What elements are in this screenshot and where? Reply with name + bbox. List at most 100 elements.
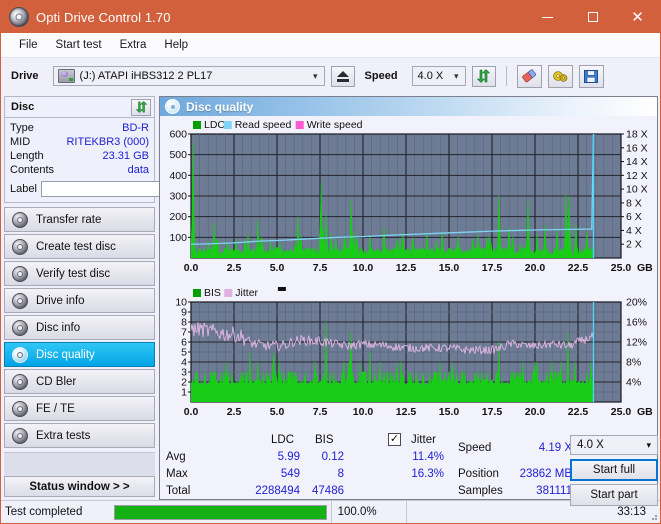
start-full-button[interactable]: Start full (570, 459, 658, 481)
resize-grip-icon[interactable] (648, 511, 658, 521)
status-text: Test completed (5, 506, 83, 518)
svg-text:5.0: 5.0 (270, 406, 285, 418)
test-speed-select[interactable]: 4.0 X ▾ (570, 435, 658, 455)
panel-header: Disc quality (160, 97, 657, 116)
speed-stat-label: Speed (458, 442, 492, 454)
sidebar-item-create-test-disc[interactable]: Create test disc (4, 234, 155, 259)
stats-bis-avg: 0.12 (321, 451, 344, 463)
sidebar-item-verify-test-disc[interactable]: Verify test disc (4, 261, 155, 286)
stats-ldc-max: 549 (280, 468, 300, 480)
sidebar: Disc Type BD-R MID RITEKBR3 (000) Length… (1, 94, 248, 500)
stats-jitter-max: 16.3% (411, 468, 444, 480)
svg-text:6 X: 6 X (626, 211, 642, 223)
svg-text:22.5: 22.5 (568, 406, 589, 418)
toolbar: Drive (J:) ATAPI iHBS312 2 PL17 ▾ Speed … (1, 58, 660, 94)
charts-area: LDC Read speed Write speed 100 200 300 400 500 6… (160, 116, 657, 432)
disc-row-mid-label: MID (10, 136, 31, 148)
svg-text:15.0: 15.0 (439, 406, 460, 418)
svg-text:BIS: BIS (204, 287, 221, 299)
disc-row-contents-label: Contents (10, 164, 55, 176)
stats-ldc-avg: 5.99 (277, 451, 300, 463)
status-window-button[interactable]: Status window > > (4, 476, 155, 497)
sidebar-item-extra-tests[interactable]: Extra tests (4, 423, 155, 448)
svg-text:100: 100 (169, 232, 187, 244)
chevron-down-icon: ▾ (313, 70, 318, 81)
disc-icon (12, 373, 28, 390)
disc-label-caption: Label (10, 183, 37, 195)
svg-text:17.5: 17.5 (482, 262, 503, 274)
window-controls: ✕ (525, 1, 660, 33)
disc-row-type-label: Type (10, 122, 34, 134)
maximize-icon (587, 12, 598, 22)
menu-bar: File Start test Extra Help (1, 33, 660, 58)
close-icon: ✕ (631, 8, 644, 26)
refresh-button[interactable] (471, 65, 496, 87)
save-button[interactable] (578, 64, 604, 88)
app-disc-icon (9, 7, 29, 27)
stats-panel: LDC BIS ✓ Jitter Avg 5.99 0.12 11.4% Max… (160, 432, 658, 506)
sidebar-item-label: Verify test disc (36, 267, 111, 280)
start-part-button[interactable]: Start part (570, 484, 658, 506)
svg-text:0.0: 0.0 (184, 262, 199, 274)
sidebar-item-drive-info[interactable]: Drive info (4, 288, 155, 313)
menu-item-start-test[interactable]: Start test (47, 37, 111, 53)
menu-item-file[interactable]: File (10, 37, 47, 53)
svg-text:0.0: 0.0 (184, 406, 199, 418)
maximize-button[interactable] (570, 1, 615, 33)
jitter-checkbox[interactable]: ✓ (388, 433, 401, 446)
drive-icon (57, 69, 75, 83)
disc-row-length-value: 23.31 GB (102, 150, 149, 162)
sidebar-item-disc-info[interactable]: Disc info (4, 315, 155, 340)
svg-text:Jitter: Jitter (235, 287, 258, 299)
erase-button[interactable] (516, 64, 542, 88)
page-title: Disc quality (186, 99, 254, 114)
svg-text:17.5: 17.5 (482, 406, 503, 418)
eject-button[interactable] (330, 65, 355, 87)
settings-button[interactable] (547, 64, 573, 88)
svg-text:8 X: 8 X (626, 197, 642, 209)
drive-select-value: (J:) ATAPI iHBS312 2 PL17 (79, 70, 213, 82)
disc-row-length-label: Length (10, 150, 44, 162)
chevron-down-icon: ▾ (646, 439, 651, 450)
sidebar-item-label: Transfer rate (36, 213, 102, 226)
disc-refresh-button[interactable] (131, 98, 151, 116)
disc-icon (12, 346, 28, 363)
progress-fill (115, 505, 326, 519)
disc-panel-title: Disc (11, 101, 35, 113)
svg-text:4%: 4% (626, 377, 641, 389)
minimize-button[interactable] (525, 1, 570, 33)
svg-text:20.0: 20.0 (525, 262, 546, 274)
position-stat-value: 23862 MB (519, 468, 572, 480)
close-button[interactable]: ✕ (615, 1, 660, 33)
svg-text:10.0: 10.0 (353, 406, 374, 418)
samples-stat-value: 381111 (536, 485, 572, 497)
menu-item-help[interactable]: Help (155, 37, 197, 53)
stats-header-ldc: LDC (271, 434, 295, 446)
speed-select[interactable]: 4.0 X ▾ (411, 66, 466, 86)
disc-row-mid: MID RITEKBR3 (000) (10, 135, 149, 149)
minimize-icon (542, 16, 553, 18)
menu-item-extra[interactable]: Extra (111, 37, 156, 53)
svg-text:10: 10 (175, 297, 187, 309)
sidebar-item-transfer-rate[interactable]: Transfer rate (4, 207, 155, 232)
drive-select[interactable]: (J:) ATAPI iHBS312 2 PL17 ▾ (52, 66, 325, 86)
svg-text:Write speed: Write speed (307, 119, 363, 131)
disc-row-contents: Contents data (10, 163, 149, 177)
sidebar-item-cd-bler[interactable]: CD Bler (4, 369, 155, 394)
refresh-icon (135, 101, 147, 113)
eject-icon (336, 70, 349, 82)
drive-label: Drive (11, 70, 39, 82)
svg-text:500: 500 (169, 149, 187, 161)
stats-row-total-label: Total (166, 485, 191, 497)
svg-text:7.5: 7.5 (313, 262, 328, 274)
app-window: Opti Drive Control 1.70 ✕ File Start tes… (0, 0, 661, 524)
svg-text:2.5: 2.5 (227, 406, 242, 418)
gears-icon (552, 70, 567, 82)
sidebar-item-fe-te[interactable]: FE / TE (4, 396, 155, 421)
floppy-save-icon (584, 69, 599, 83)
disc-quality-icon (165, 99, 180, 114)
progress-percent: 100.0% (330, 501, 406, 523)
sidebar-item-disc-quality[interactable]: Disc quality (4, 342, 155, 367)
sidebar-item-label: Extra tests (36, 429, 91, 442)
sidebar-item-label: Disc info (36, 321, 81, 334)
